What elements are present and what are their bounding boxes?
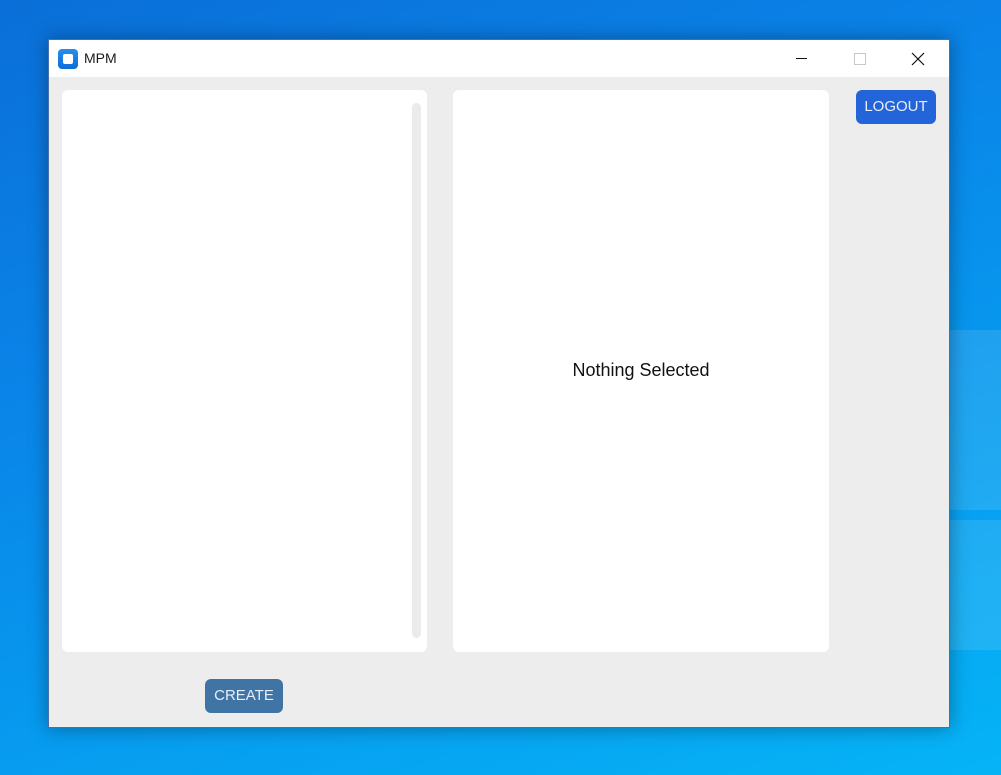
logout-button[interactable]: LOGOUT <box>856 90 936 124</box>
item-list-panel[interactable] <box>62 90 427 652</box>
list-scrollbar[interactable] <box>412 103 421 638</box>
close-icon <box>911 52 925 66</box>
create-button[interactable]: CREATE <box>205 679 283 713</box>
minimize-button[interactable] <box>779 40 825 77</box>
detail-panel: Nothing Selected <box>453 90 829 652</box>
empty-state-text: Nothing Selected <box>572 360 710 380</box>
maximize-icon <box>854 53 866 65</box>
app-icon <box>58 49 78 69</box>
desktop-background: MPM Nothing Selected LOGOUT CREATE <box>0 0 1001 775</box>
minimize-icon <box>796 58 807 59</box>
window-title: MPM <box>84 50 117 66</box>
title-bar[interactable]: MPM <box>49 40 949 77</box>
app-window: MPM Nothing Selected LOGOUT CREATE <box>48 39 950 728</box>
maximize-button[interactable] <box>837 40 883 77</box>
close-button[interactable] <box>895 40 941 77</box>
